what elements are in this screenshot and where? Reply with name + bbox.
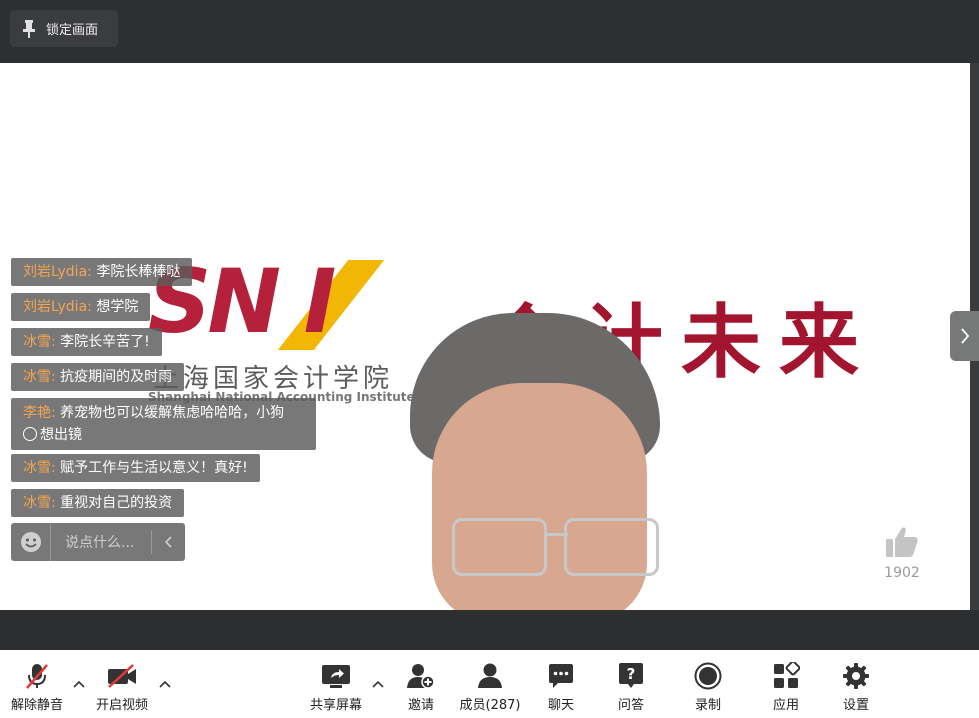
video-options-caret-icon[interactable] [159, 680, 171, 688]
chat-message: 刘岩Lydia: 李院长棒棒哒 [11, 258, 193, 286]
members-button[interactable]: 成员(287) [455, 662, 525, 713]
lock-screen-label: 锁定画面 [46, 23, 99, 38]
add-user-icon [407, 664, 435, 689]
record-icon [694, 662, 722, 690]
share-options-caret-icon[interactable] [372, 680, 384, 688]
settings-button[interactable]: 设置 [821, 662, 891, 713]
qa-button[interactable]: ? 问答 [596, 662, 666, 713]
speaker-video [410, 313, 660, 610]
collapse-chat-button[interactable] [151, 530, 185, 554]
chevron-left-icon [164, 536, 172, 548]
qa-label: 问答 [617, 698, 644, 713]
chevron-right-icon [960, 328, 969, 344]
chat-button[interactable]: 聊天 [526, 662, 596, 713]
chat-message: 冰雪: 重视对自己的投资 [11, 489, 185, 517]
record-label: 录制 [694, 698, 721, 713]
chat-bubble-icon [549, 664, 573, 688]
chat-message: 冰雪: 抗疫期间的及时雨 [11, 363, 185, 391]
apps-button[interactable]: 应用 [751, 662, 821, 713]
share-screen-label: 共享屏幕 [309, 698, 362, 713]
bottom-dark-strip [0, 610, 979, 650]
mic-muted-icon [26, 664, 48, 689]
meeting-toolbar: 解除静音 开启视频 共享屏幕 邀请 成员(287) 聊天 ? 问答 录制 应用 … [0, 650, 979, 718]
apps-label: 应用 [772, 698, 799, 713]
chat-input-bar[interactable]: 说点什么... [11, 523, 185, 561]
lock-screen-button[interactable]: 锁定画面 [10, 10, 118, 47]
chat-input[interactable]: 说点什么... [51, 532, 151, 552]
video-off-icon [108, 664, 136, 688]
unmute-label: 解除静音 [10, 698, 63, 713]
emoji-button[interactable] [11, 523, 51, 561]
invite-button[interactable]: 邀请 [386, 662, 456, 713]
members-label: 成员(287) [459, 698, 521, 713]
settings-label: 设置 [842, 698, 869, 713]
thumbs-up-icon [886, 527, 918, 557]
share-screen-icon [322, 665, 350, 688]
record-button[interactable]: 录制 [673, 662, 743, 713]
share-screen-button[interactable]: 共享屏幕 [301, 662, 371, 713]
question-icon: ? [619, 663, 643, 688]
start-video-button[interactable]: 开启视频 [87, 662, 157, 713]
chat-label: 聊天 [547, 698, 574, 713]
top-bar: 锁定画面 [0, 0, 979, 63]
expand-panel-button[interactable] [950, 311, 979, 361]
invite-label: 邀请 [407, 698, 434, 713]
chat-message: 冰雪: 李院长辛苦了! [11, 328, 162, 356]
pin-icon [23, 19, 35, 38]
apps-grid-icon [774, 662, 800, 688]
gear-icon [843, 663, 869, 689]
like-button[interactable]: 1902 [880, 525, 924, 581]
svg-text:?: ? [627, 665, 636, 683]
chat-message: 李艳: 养宠物也可以缓解焦虑哈哈哈，小狗 想出镜 [11, 398, 316, 450]
audio-options-caret-icon[interactable] [73, 680, 85, 688]
like-count: 1902 [884, 565, 920, 581]
chat-message: 刘岩Lydia: 想学院 [11, 293, 151, 321]
start-video-label: 开启视频 [95, 698, 148, 713]
unmute-button[interactable]: 解除静音 [2, 662, 72, 713]
chat-message: 冰雪: 赋予工作与生活以意义！真好! [11, 454, 260, 482]
dog-emoji-icon [23, 427, 37, 441]
members-icon [478, 663, 502, 688]
smiley-icon [20, 532, 41, 552]
